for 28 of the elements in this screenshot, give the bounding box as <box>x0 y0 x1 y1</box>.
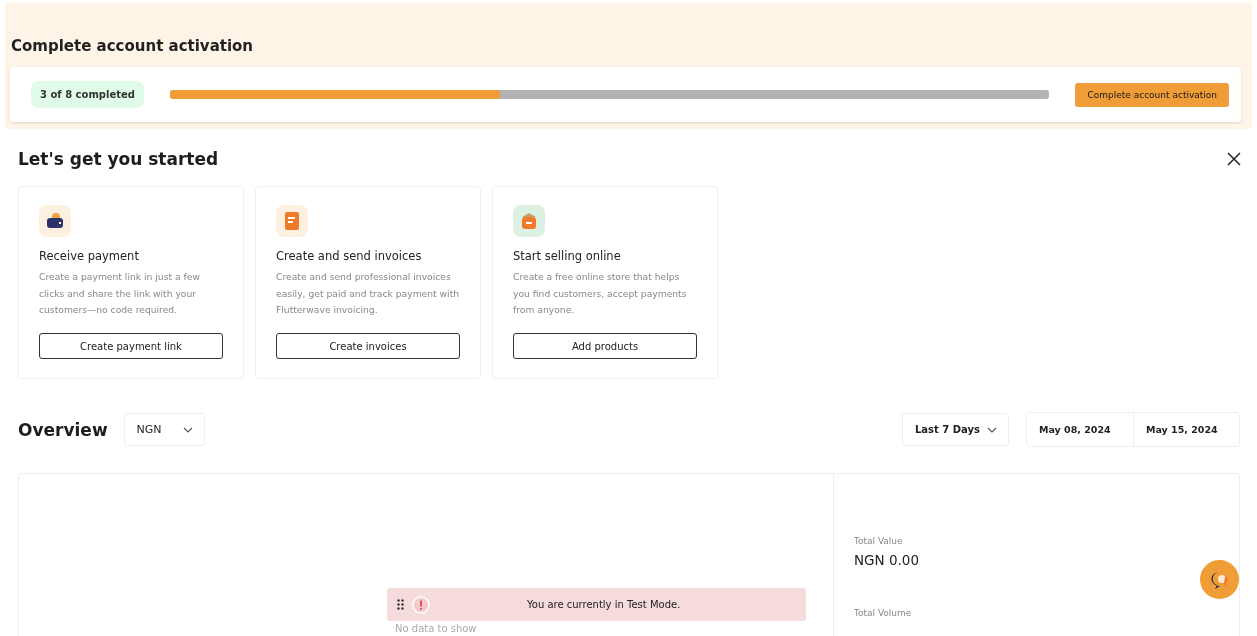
box-icon <box>513 205 545 237</box>
card-title: Receive payment <box>39 249 140 263</box>
action-button[interactable]: Add products <box>513 333 697 359</box>
warning-icon <box>412 595 430 614</box>
period-select[interactable]: Last 7 Days <box>902 413 1009 446</box>
card-description: Create a payment link in just a few clicks and share the link with your customers—no code required. <box>39 270 201 317</box>
card-description: Create a free online store that helps you find customers, accept payments from anyone. <box>513 270 688 317</box>
section-title: Overview <box>18 419 108 440</box>
section-title: Complete account activation <box>11 37 255 55</box>
chat-button[interactable] <box>1200 560 1239 599</box>
document-icon <box>276 205 308 237</box>
action-button[interactable]: Create payment link <box>39 333 223 359</box>
stat-value: NGN 0.00 <box>854 552 919 568</box>
card-title: Create and send invoices <box>276 249 423 263</box>
wallet-icon <box>39 205 71 237</box>
empty-text: No data to show <box>395 623 477 635</box>
section-title: Let's get you started <box>18 149 219 169</box>
stat-label: Total Volume <box>854 608 913 618</box>
action-button[interactable]: Create invoices <box>276 333 460 359</box>
activation-button[interactable]: Complete account activation <box>1075 82 1229 107</box>
currency-select[interactable]: NGN <box>123 413 205 446</box>
card-title: Start selling online <box>513 249 622 263</box>
toast-message: You are currently in Test Mode. <box>527 599 681 610</box>
card-description: Create and send professional invoices easily, get paid and track payment with Flutterwave invoicing. <box>276 270 460 317</box>
close-icon[interactable] <box>1227 152 1241 166</box>
drag-handle-icon[interactable] <box>397 599 404 610</box>
progress-label: 3 of 8 completed <box>31 81 144 108</box>
stat-label: Total Value <box>854 536 904 546</box>
